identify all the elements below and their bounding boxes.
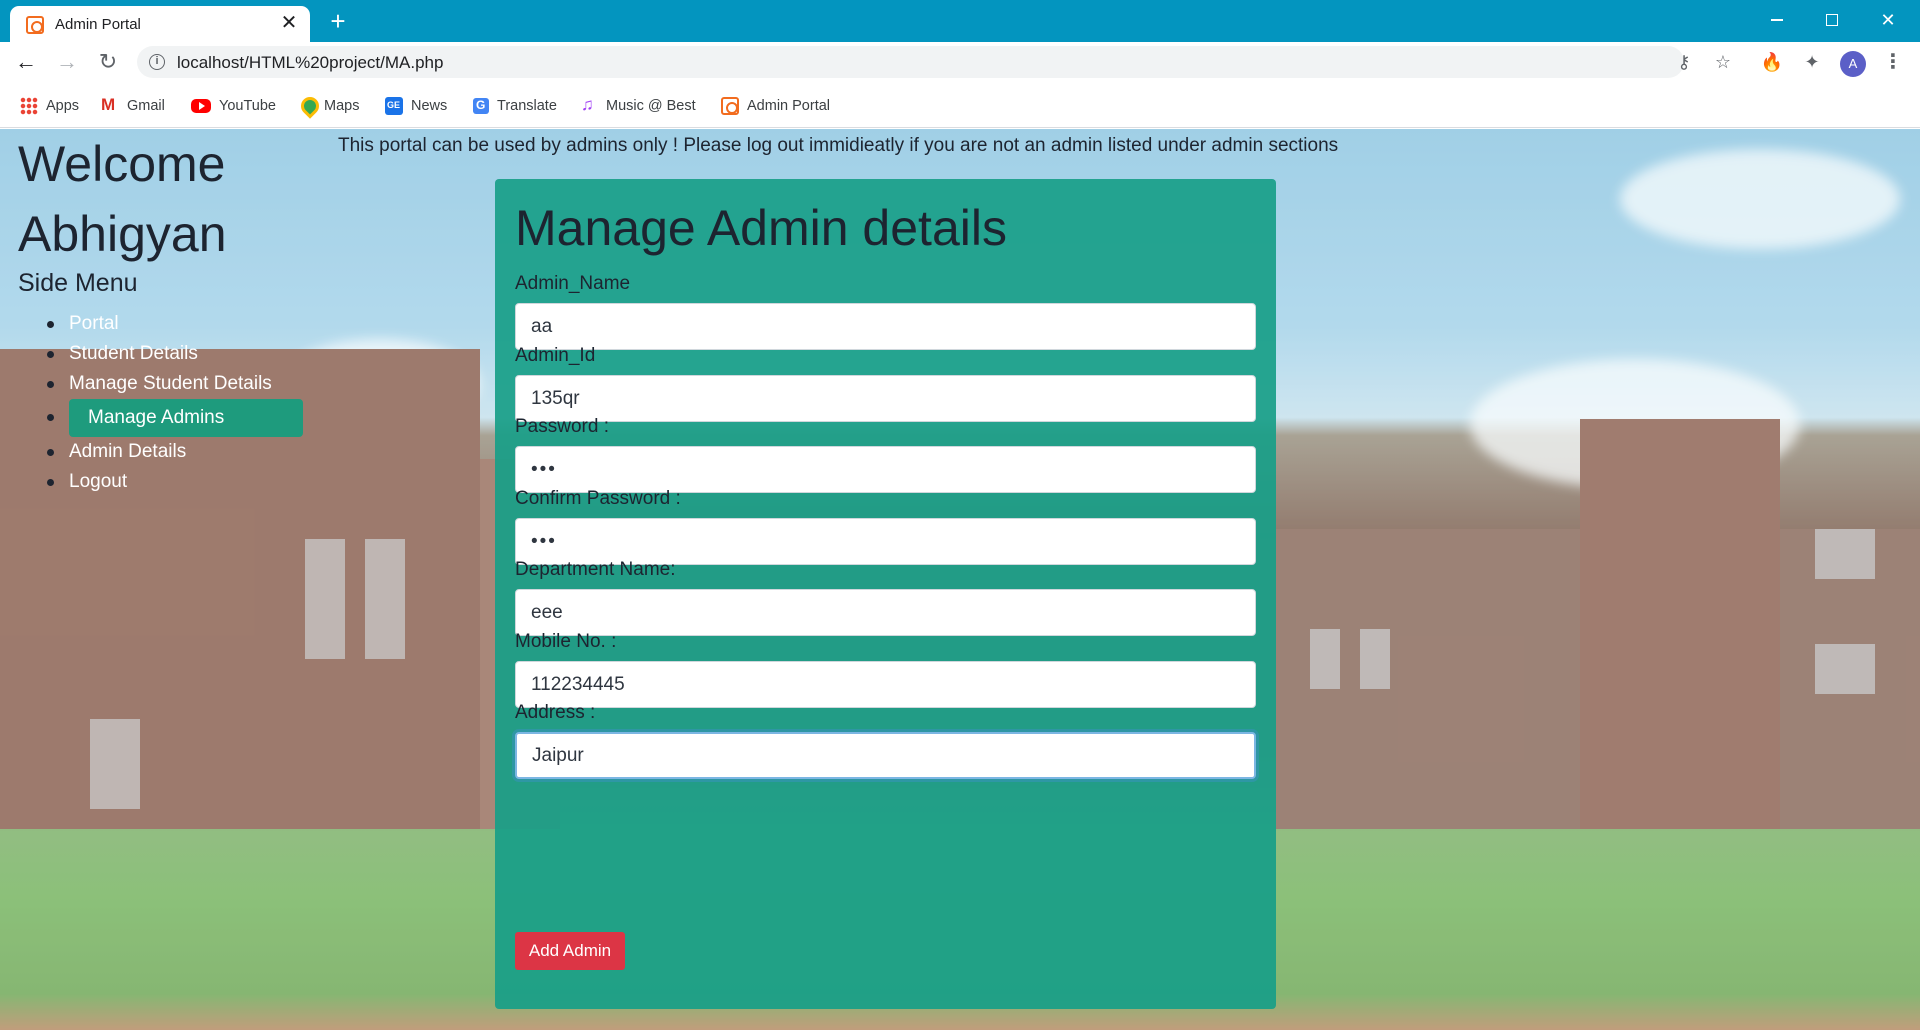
side-menu-label[interactable]: Manage Student Details [69, 373, 272, 394]
translate-icon [473, 98, 489, 114]
side-menu-label[interactable]: Portal [69, 313, 119, 334]
extensions-puzzle-icon[interactable]: ✦ [1800, 50, 1824, 74]
admin-name-label: Admin_Name [515, 273, 631, 294]
browser-toolbar: ← → ↻ i localhost/HTML%20project/MA.php … [0, 42, 1920, 82]
maps-pin-icon [298, 97, 316, 115]
side-menu-label[interactable]: Student Details [69, 343, 198, 364]
youtube-icon [191, 99, 211, 113]
confirm-password-label: Confirm Password : [515, 488, 681, 509]
bookmark-maps[interactable]: Maps [298, 96, 359, 116]
new-tab-button[interactable]: + [325, 8, 351, 34]
fire-extension-icon[interactable]: 🔥 [1760, 50, 1784, 74]
xampp-icon [721, 97, 739, 115]
bookmark-label: Maps [324, 98, 360, 114]
xampp-favicon-icon [26, 16, 44, 34]
bookmarks-bar: Apps Gmail YouTube Maps News Translate M… [0, 82, 1920, 128]
tab-title: Admin Portal [55, 16, 141, 33]
bookmark-label: YouTube [219, 98, 276, 114]
admin-name-input[interactable] [515, 303, 1256, 350]
admin-id-input[interactable] [515, 375, 1256, 422]
bookmark-label: News [411, 98, 448, 114]
side-menu-label[interactable]: Logout [69, 471, 127, 492]
mobile-number-input[interactable] [515, 661, 1256, 708]
address-bar[interactable]: i localhost/HTML%20project/MA.php ⚷ ☆ [137, 46, 1731, 78]
side-menu-item-manage-admins[interactable]: Manage Admins [45, 399, 303, 437]
password-label: Password : [515, 416, 609, 437]
bookmark-translate[interactable]: Translate [473, 96, 557, 116]
side-menu-item-logout[interactable]: Logout [45, 467, 303, 497]
side-menu-item-portal[interactable]: Portal [45, 309, 303, 339]
confirm-password-input[interactable] [515, 518, 1256, 565]
bookmark-youtube[interactable]: YouTube [191, 96, 276, 116]
bookmark-label: Apps [46, 98, 80, 114]
user-name: Abhigyan [18, 206, 227, 262]
side-menu-item-admin-details[interactable]: Admin Details [45, 437, 303, 467]
browser-tab[interactable]: Admin Portal ✕ [10, 6, 310, 42]
form-title: Manage Admin details [515, 200, 1007, 256]
bookmark-music[interactable]: Music @ Best [580, 95, 696, 116]
bookmark-admin-portal[interactable]: Admin Portal [721, 96, 830, 116]
site-info-icon[interactable]: i [149, 54, 165, 70]
close-window-button[interactable]: ✕ [1873, 8, 1903, 32]
browser-menu-icon[interactable]: ⋮ [1883, 50, 1903, 74]
bookmark-label: Gmail [127, 98, 165, 114]
restore-icon [1826, 14, 1838, 26]
bookmark-news[interactable]: News [385, 96, 447, 116]
address-label: Address : [515, 702, 596, 723]
bookmark-star-icon[interactable]: ☆ [1712, 51, 1734, 73]
bookmark-label: Translate [497, 98, 557, 114]
music-icon [580, 95, 598, 115]
side-menu-label[interactable]: Admin Details [69, 441, 186, 462]
mobile-number-label: Mobile No. : [515, 631, 617, 652]
maximize-button[interactable] [1817, 8, 1847, 32]
admin-id-label: Admin_Id [515, 345, 596, 366]
add-admin-button[interactable]: Add Admin [515, 932, 625, 970]
tab-close-icon[interactable]: ✕ [278, 12, 300, 34]
profile-avatar[interactable]: A [1840, 51, 1866, 77]
minimize-button[interactable] [1762, 8, 1792, 32]
bookmark-label: Admin Portal [747, 98, 831, 114]
department-name-input[interactable] [515, 589, 1256, 636]
forward-button[interactable]: → [53, 48, 81, 76]
gmail-icon [101, 95, 119, 115]
side-menu-label[interactable]: Manage Admins [69, 399, 303, 437]
admin-notice: This portal can be used by admins only !… [338, 135, 1339, 156]
url-text[interactable]: localhost/HTML%20project/MA.php [177, 53, 443, 73]
news-icon [385, 97, 403, 115]
back-button[interactable]: ← [12, 48, 40, 76]
bookmark-label: Music @ Best [606, 98, 696, 114]
side-menu: Portal Student Details Manage Student De… [45, 309, 303, 497]
department-name-label: Department Name: [515, 559, 676, 580]
minimize-icon [1771, 19, 1783, 21]
reload-button[interactable]: ↻ [94, 48, 122, 76]
password-input[interactable] [515, 446, 1256, 493]
welcome-text: Welcome [18, 136, 226, 192]
manage-admin-form: Manage Admin details Admin_Name Admin_Id… [495, 179, 1276, 1009]
tab-strip: Admin Portal ✕ + ✕ [0, 0, 1920, 42]
welcome-heading: Welcome Abhigyan [18, 129, 227, 269]
side-menu-heading: Side Menu [18, 269, 138, 297]
side-menu-item-student-details[interactable]: Student Details [45, 339, 303, 369]
bookmark-gmail[interactable]: Gmail [101, 95, 165, 116]
side-menu-item-manage-student-details[interactable]: Manage Student Details [45, 369, 303, 399]
page-viewport: Welcome Abhigyan Side Menu Portal Studen… [0, 129, 1920, 1030]
apps-grid-icon [20, 97, 38, 115]
bookmark-apps[interactable]: Apps [20, 96, 79, 116]
key-icon[interactable]: ⚷ [1673, 51, 1695, 73]
address-input[interactable] [515, 732, 1256, 779]
